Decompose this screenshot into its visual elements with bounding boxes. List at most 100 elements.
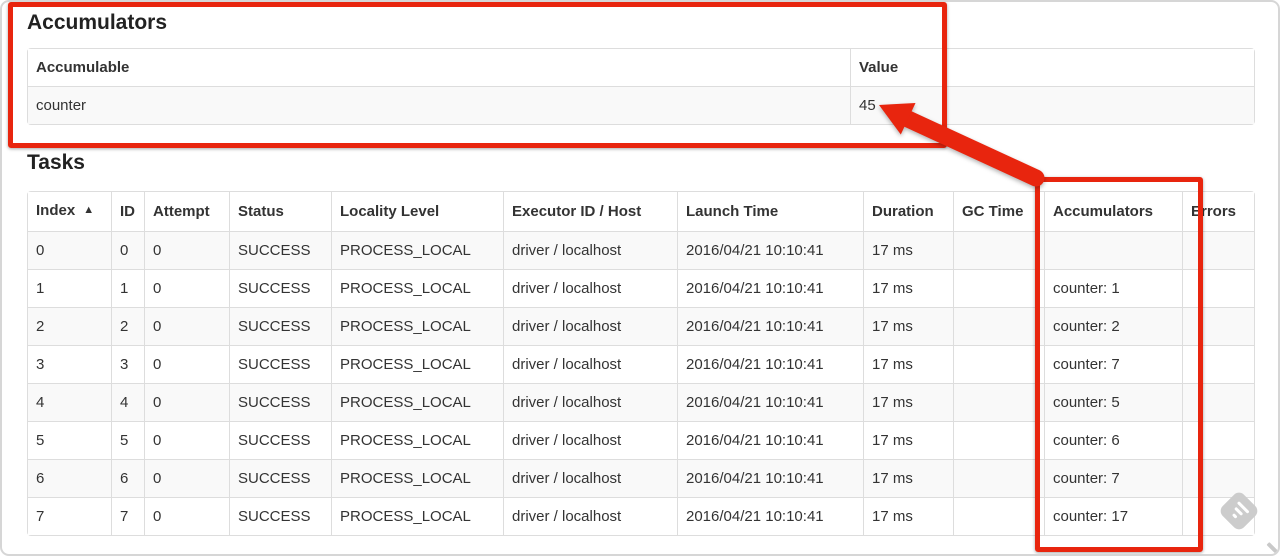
table-cell: driver / localhost xyxy=(503,269,677,307)
column-header-label: Attempt xyxy=(153,203,210,220)
table-cell: 0 xyxy=(144,497,229,535)
accumulators-table: Accumulable Value counter 45 xyxy=(27,48,1255,125)
table-cell: 2016/04/21 10:10:41 xyxy=(677,497,863,535)
table-row: 2 2 0 SUCCESS PROCESS_LOCAL driver / localhos… xyxy=(28,307,1254,345)
table-cell: 4 xyxy=(111,383,144,421)
table-cell: 2016/04/21 10:10:41 xyxy=(677,421,863,459)
table-cell: 1 xyxy=(111,269,144,307)
table-cell: counter: 5 xyxy=(1044,383,1182,421)
table-cell: 2 xyxy=(111,307,144,345)
table-row: 5 5 0 SUCCESS PROCESS_LOCAL driver / localhos… xyxy=(28,421,1254,459)
table-cell: 2016/04/21 10:10:41 xyxy=(677,459,863,497)
table-cell: driver / localhost xyxy=(503,307,677,345)
table-cell: counter xyxy=(28,86,850,124)
table-cell: 0 xyxy=(144,231,229,269)
table-cell: PROCESS_LOCAL xyxy=(331,383,503,421)
table-cell xyxy=(1182,307,1254,345)
table-cell: counter: 7 xyxy=(1044,459,1182,497)
table-cell: 5 xyxy=(111,421,144,459)
table-cell: 5 xyxy=(28,421,111,459)
table-cell: SUCCESS xyxy=(229,269,331,307)
table-cell: counter: 6 xyxy=(1044,421,1182,459)
sort-ascending-icon: ▲ xyxy=(83,204,95,216)
column-header-label: Executor ID / Host xyxy=(512,203,642,220)
table-cell: 2 xyxy=(28,307,111,345)
table-cell xyxy=(953,421,1044,459)
table-cell: SUCCESS xyxy=(229,497,331,535)
table-cell: PROCESS_LOCAL xyxy=(331,269,503,307)
table-cell: PROCESS_LOCAL xyxy=(331,459,503,497)
table-cell: 6 xyxy=(111,459,144,497)
table-cell: 2016/04/21 10:10:41 xyxy=(677,345,863,383)
table-cell: PROCESS_LOCAL xyxy=(331,345,503,383)
table-row: counter 45 xyxy=(28,86,1254,124)
table-cell: PROCESS_LOCAL xyxy=(331,307,503,345)
column-header-accumulators[interactable]: Accumulators xyxy=(1044,192,1182,231)
table-cell: 45 xyxy=(850,86,1254,124)
table-cell: counter: 1 xyxy=(1044,269,1182,307)
spark-stage-page: Accumulators Accumulable Value counter 45 T… xyxy=(0,0,1280,556)
table-cell: 2016/04/21 10:10:41 xyxy=(677,383,863,421)
table-cell: counter: 17 xyxy=(1044,497,1182,535)
header-row: Index ▲ ID Attempt Status Locality Level Execu… xyxy=(28,192,1254,231)
column-header-id[interactable]: ID xyxy=(111,192,144,231)
header-row: Accumulable Value xyxy=(28,49,1254,86)
table-row: 4 4 0 SUCCESS PROCESS_LOCAL driver / localhos… xyxy=(28,383,1254,421)
column-header-label: Accumulators xyxy=(1053,203,1154,220)
table-cell: 17 ms xyxy=(863,421,953,459)
column-header-attempt[interactable]: Attempt xyxy=(144,192,229,231)
table-cell xyxy=(953,497,1044,535)
table-cell: SUCCESS xyxy=(229,383,331,421)
table-cell: 17 ms xyxy=(863,383,953,421)
table-cell: SUCCESS xyxy=(229,307,331,345)
table-cell: 0 xyxy=(144,421,229,459)
table-cell: 17 ms xyxy=(863,307,953,345)
table-row: 6 6 0 SUCCESS PROCESS_LOCAL driver / localhos… xyxy=(28,459,1254,497)
column-header-value: Value xyxy=(850,49,1254,86)
table-cell xyxy=(953,459,1044,497)
column-header-label: Duration xyxy=(872,203,934,220)
watermark-stripe xyxy=(1231,512,1238,519)
column-header-launch-time[interactable]: Launch Time xyxy=(677,192,863,231)
column-header-executor-id-host[interactable]: Executor ID / Host xyxy=(503,192,677,231)
table-cell: driver / localhost xyxy=(503,497,677,535)
table-cell: 17 ms xyxy=(863,269,953,307)
table-cell: SUCCESS xyxy=(229,231,331,269)
table-cell xyxy=(1182,231,1254,269)
table-cell: 17 ms xyxy=(863,459,953,497)
table-row: 1 1 0 SUCCESS PROCESS_LOCAL driver / localhos… xyxy=(28,269,1254,307)
table-cell: 0 xyxy=(144,307,229,345)
table-cell: 0 xyxy=(144,345,229,383)
table-cell: SUCCESS xyxy=(229,459,331,497)
table-cell xyxy=(1044,231,1182,269)
column-header-accumulable: Accumulable xyxy=(28,49,850,86)
column-header-index[interactable]: Index ▲ xyxy=(28,192,111,231)
table-row: 0 0 0 SUCCESS PROCESS_LOCAL driver / localhos… xyxy=(28,231,1254,269)
table-cell: 7 xyxy=(28,497,111,535)
table-cell: 2016/04/21 10:10:41 xyxy=(677,231,863,269)
table-row: 3 3 0 SUCCESS PROCESS_LOCAL driver / localhos… xyxy=(28,345,1254,383)
table-cell: 3 xyxy=(28,345,111,383)
table-row: 7 7 0 SUCCESS PROCESS_LOCAL driver / localhos… xyxy=(28,497,1254,535)
column-header-gc-time[interactable]: GC Time xyxy=(953,192,1044,231)
column-header-status[interactable]: Status xyxy=(229,192,331,231)
column-header-label: Value xyxy=(859,59,899,76)
table-cell: 17 ms xyxy=(863,497,953,535)
table-cell: 6 xyxy=(28,459,111,497)
accumulators-section-title: Accumulators xyxy=(27,11,168,34)
column-header-locality-level[interactable]: Locality Level xyxy=(331,192,503,231)
column-header-label: Status xyxy=(238,203,284,220)
column-header-duration[interactable]: Duration xyxy=(863,192,953,231)
table-cell: 17 ms xyxy=(863,231,953,269)
column-header-errors[interactable]: Errors xyxy=(1182,192,1254,231)
table-cell: SUCCESS xyxy=(229,421,331,459)
table-cell: driver / localhost xyxy=(503,345,677,383)
column-header-label: Launch Time xyxy=(686,203,779,220)
column-header-label: GC Time xyxy=(962,203,1024,220)
table-cell: 2016/04/21 10:10:41 xyxy=(677,269,863,307)
page-content: Accumulators Accumulable Value counter 45 T… xyxy=(2,11,1278,536)
table-cell: SUCCESS xyxy=(229,345,331,383)
column-header-label: Locality Level xyxy=(340,203,440,220)
table-cell: driver / localhost xyxy=(503,231,677,269)
table-cell: counter: 7 xyxy=(1044,345,1182,383)
